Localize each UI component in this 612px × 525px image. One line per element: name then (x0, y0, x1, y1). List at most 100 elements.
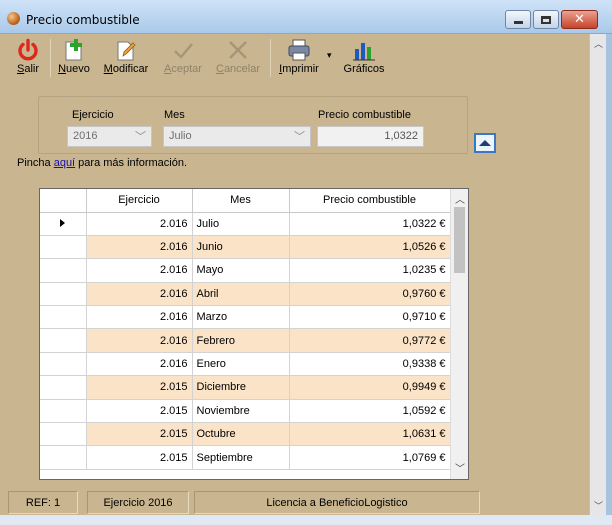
table-row[interactable]: 2.016 Julio 1,0322 € (40, 211, 451, 236)
info-suffix: para más información. (75, 157, 188, 169)
cell-mes[interactable]: Abril (191, 281, 290, 307)
window-title: Precio combustible (26, 13, 140, 27)
status-ref: REF: 1 (8, 491, 78, 514)
table-row[interactable]: 2.015 Noviembre 1,0592 € (40, 398, 451, 424)
row-indicator[interactable] (40, 351, 87, 377)
table-row[interactable]: 2.016 Abril 0,9760 € (40, 281, 451, 307)
cell-precio[interactable]: 1,0769 € (288, 445, 451, 470)
mes-select[interactable]: Julio ﹀ (163, 126, 311, 147)
scroll-down-icon[interactable]: ﹀ (455, 460, 465, 475)
grid-scroll-thumb[interactable] (454, 207, 465, 273)
cell-ejercicio[interactable]: 2.016 (85, 258, 193, 283)
cell-precio[interactable]: 0,9710 € (288, 305, 451, 330)
cell-precio[interactable]: 1,0526 € (288, 234, 451, 260)
cell-precio[interactable]: 1,0631 € (288, 422, 451, 447)
status-bar: REF: 1 Ejercicio 2016 Licencia a Benefic… (0, 489, 589, 515)
collapse-button[interactable] (474, 133, 496, 153)
row-indicator[interactable] (40, 234, 87, 260)
row-indicator[interactable] (40, 422, 87, 447)
salir-button[interactable]: Salir (10, 34, 46, 81)
power-icon (18, 38, 38, 61)
cell-mes[interactable]: Septiembre (191, 445, 290, 470)
cell-ejercicio[interactable]: 2.015 (85, 398, 193, 424)
cell-ejercicio[interactable]: 2.016 (85, 281, 193, 307)
cell-ejercicio[interactable]: 2.016 (85, 234, 193, 260)
cell-mes[interactable]: Junio (191, 234, 290, 260)
cell-mes[interactable]: Octubre (191, 422, 290, 447)
print-dropdown-arrow-icon[interactable]: ▾ (327, 50, 332, 61)
graficos-button[interactable]: Gráficos (338, 34, 390, 81)
info-prefix: Pincha (17, 157, 54, 169)
maximize-icon (541, 15, 551, 24)
table-row[interactable]: 2.016 Mayo 1,0235 € (40, 258, 451, 283)
close-icon: ✕ (574, 12, 585, 27)
cell-ejercicio[interactable]: 2.015 (85, 445, 193, 470)
grid-header-precio[interactable]: Precio combustible (288, 189, 451, 213)
prices-grid[interactable]: Ejercicio Mes Precio combustible 2.016 Ju… (39, 188, 469, 480)
cell-ejercicio[interactable]: 2.016 (85, 328, 193, 353)
window-title-bar[interactable]: Precio combustible ✕ (0, 0, 612, 34)
cell-precio[interactable]: 0,9772 € (288, 328, 451, 353)
cell-ejercicio[interactable]: 2.015 (85, 375, 193, 400)
mes-label: Mes (164, 109, 185, 121)
row-indicator[interactable] (40, 398, 87, 424)
table-row[interactable]: 2.016 Junio 1,0526 € (40, 234, 451, 260)
mes-select-value: Julio (169, 130, 192, 142)
cell-precio[interactable]: 1,0592 € (288, 398, 451, 424)
cell-precio[interactable]: 0,9760 € (288, 281, 451, 307)
cell-precio[interactable]: 1,0322 € (288, 211, 451, 236)
cell-ejercicio[interactable]: 2.016 (85, 305, 193, 330)
cell-ejercicio[interactable]: 2.015 (85, 422, 193, 447)
nuevo-button[interactable]: Nuevo (55, 34, 93, 81)
cell-precio[interactable]: 1,0235 € (288, 258, 451, 283)
aceptar-button[interactable]: Aceptar (160, 34, 206, 81)
grid-scrollbar[interactable]: ︿ ﹀ (450, 189, 468, 479)
close-button[interactable]: ✕ (561, 10, 598, 29)
window-scroll-up-icon[interactable]: ︿ (594, 37, 603, 50)
grid-header-mes[interactable]: Mes (191, 189, 290, 213)
modificar-button[interactable]: Modificar (100, 34, 152, 81)
ejercicio-select[interactable]: 2016 ﹀ (67, 126, 152, 147)
cell-precio[interactable]: 0,9949 € (288, 375, 451, 400)
cancelar-button[interactable]: Cancelar (213, 34, 263, 81)
table-row[interactable]: 2.016 Marzo 0,9710 € (40, 305, 451, 330)
cell-precio[interactable]: 0,9338 € (288, 351, 451, 377)
table-row[interactable]: 2.015 Diciembre 0,9949 € (40, 375, 451, 400)
cell-mes[interactable]: Mayo (191, 258, 290, 283)
minimize-button[interactable] (505, 10, 531, 29)
precio-input[interactable]: 1,0322 (317, 126, 424, 147)
cell-mes[interactable]: Enero (191, 351, 290, 377)
row-indicator[interactable] (40, 445, 87, 470)
grid-header-indicator (40, 189, 87, 213)
bar-chart-icon (353, 43, 375, 61)
table-row[interactable]: 2.015 Octubre 1,0631 € (40, 422, 451, 447)
cell-mes[interactable]: Diciembre (191, 375, 290, 400)
cell-ejercicio[interactable]: 2.016 (85, 211, 193, 236)
precio-label: Precio combustible (318, 109, 411, 121)
info-link[interactable]: aquí (54, 157, 75, 169)
table-row[interactable]: 2.015 Septiembre 1,0769 € (40, 445, 451, 470)
row-indicator[interactable] (40, 305, 87, 330)
grid-header-ejercicio[interactable]: Ejercicio (85, 189, 193, 213)
maximize-button[interactable] (533, 10, 559, 29)
row-indicator[interactable] (40, 328, 87, 353)
window-scrollbar[interactable]: ︿ ﹀ (589, 34, 606, 515)
row-indicator[interactable] (40, 375, 87, 400)
chevron-down-icon: ﹀ (294, 131, 305, 143)
current-row-pointer-icon (60, 218, 66, 227)
cell-ejercicio[interactable]: 2.016 (85, 351, 193, 377)
window-scroll-down-icon[interactable]: ﹀ (594, 499, 603, 512)
imprimir-label: Imprimir (279, 63, 319, 75)
row-indicator[interactable] (40, 281, 87, 307)
cell-mes[interactable]: Marzo (191, 305, 290, 330)
table-row[interactable]: 2.016 Febrero 0,9772 € (40, 328, 451, 353)
row-indicator[interactable] (40, 258, 87, 283)
cell-mes[interactable]: Febrero (191, 328, 290, 353)
scroll-up-icon[interactable]: ︿ (455, 191, 465, 206)
row-indicator[interactable] (40, 211, 87, 236)
imprimir-button[interactable]: Imprimir (276, 34, 322, 81)
table-row[interactable]: 2.016 Enero 0,9338 € (40, 351, 451, 377)
cell-mes[interactable]: Noviembre (191, 398, 290, 424)
app-icon (7, 12, 20, 25)
cell-mes[interactable]: Julio (191, 211, 290, 236)
